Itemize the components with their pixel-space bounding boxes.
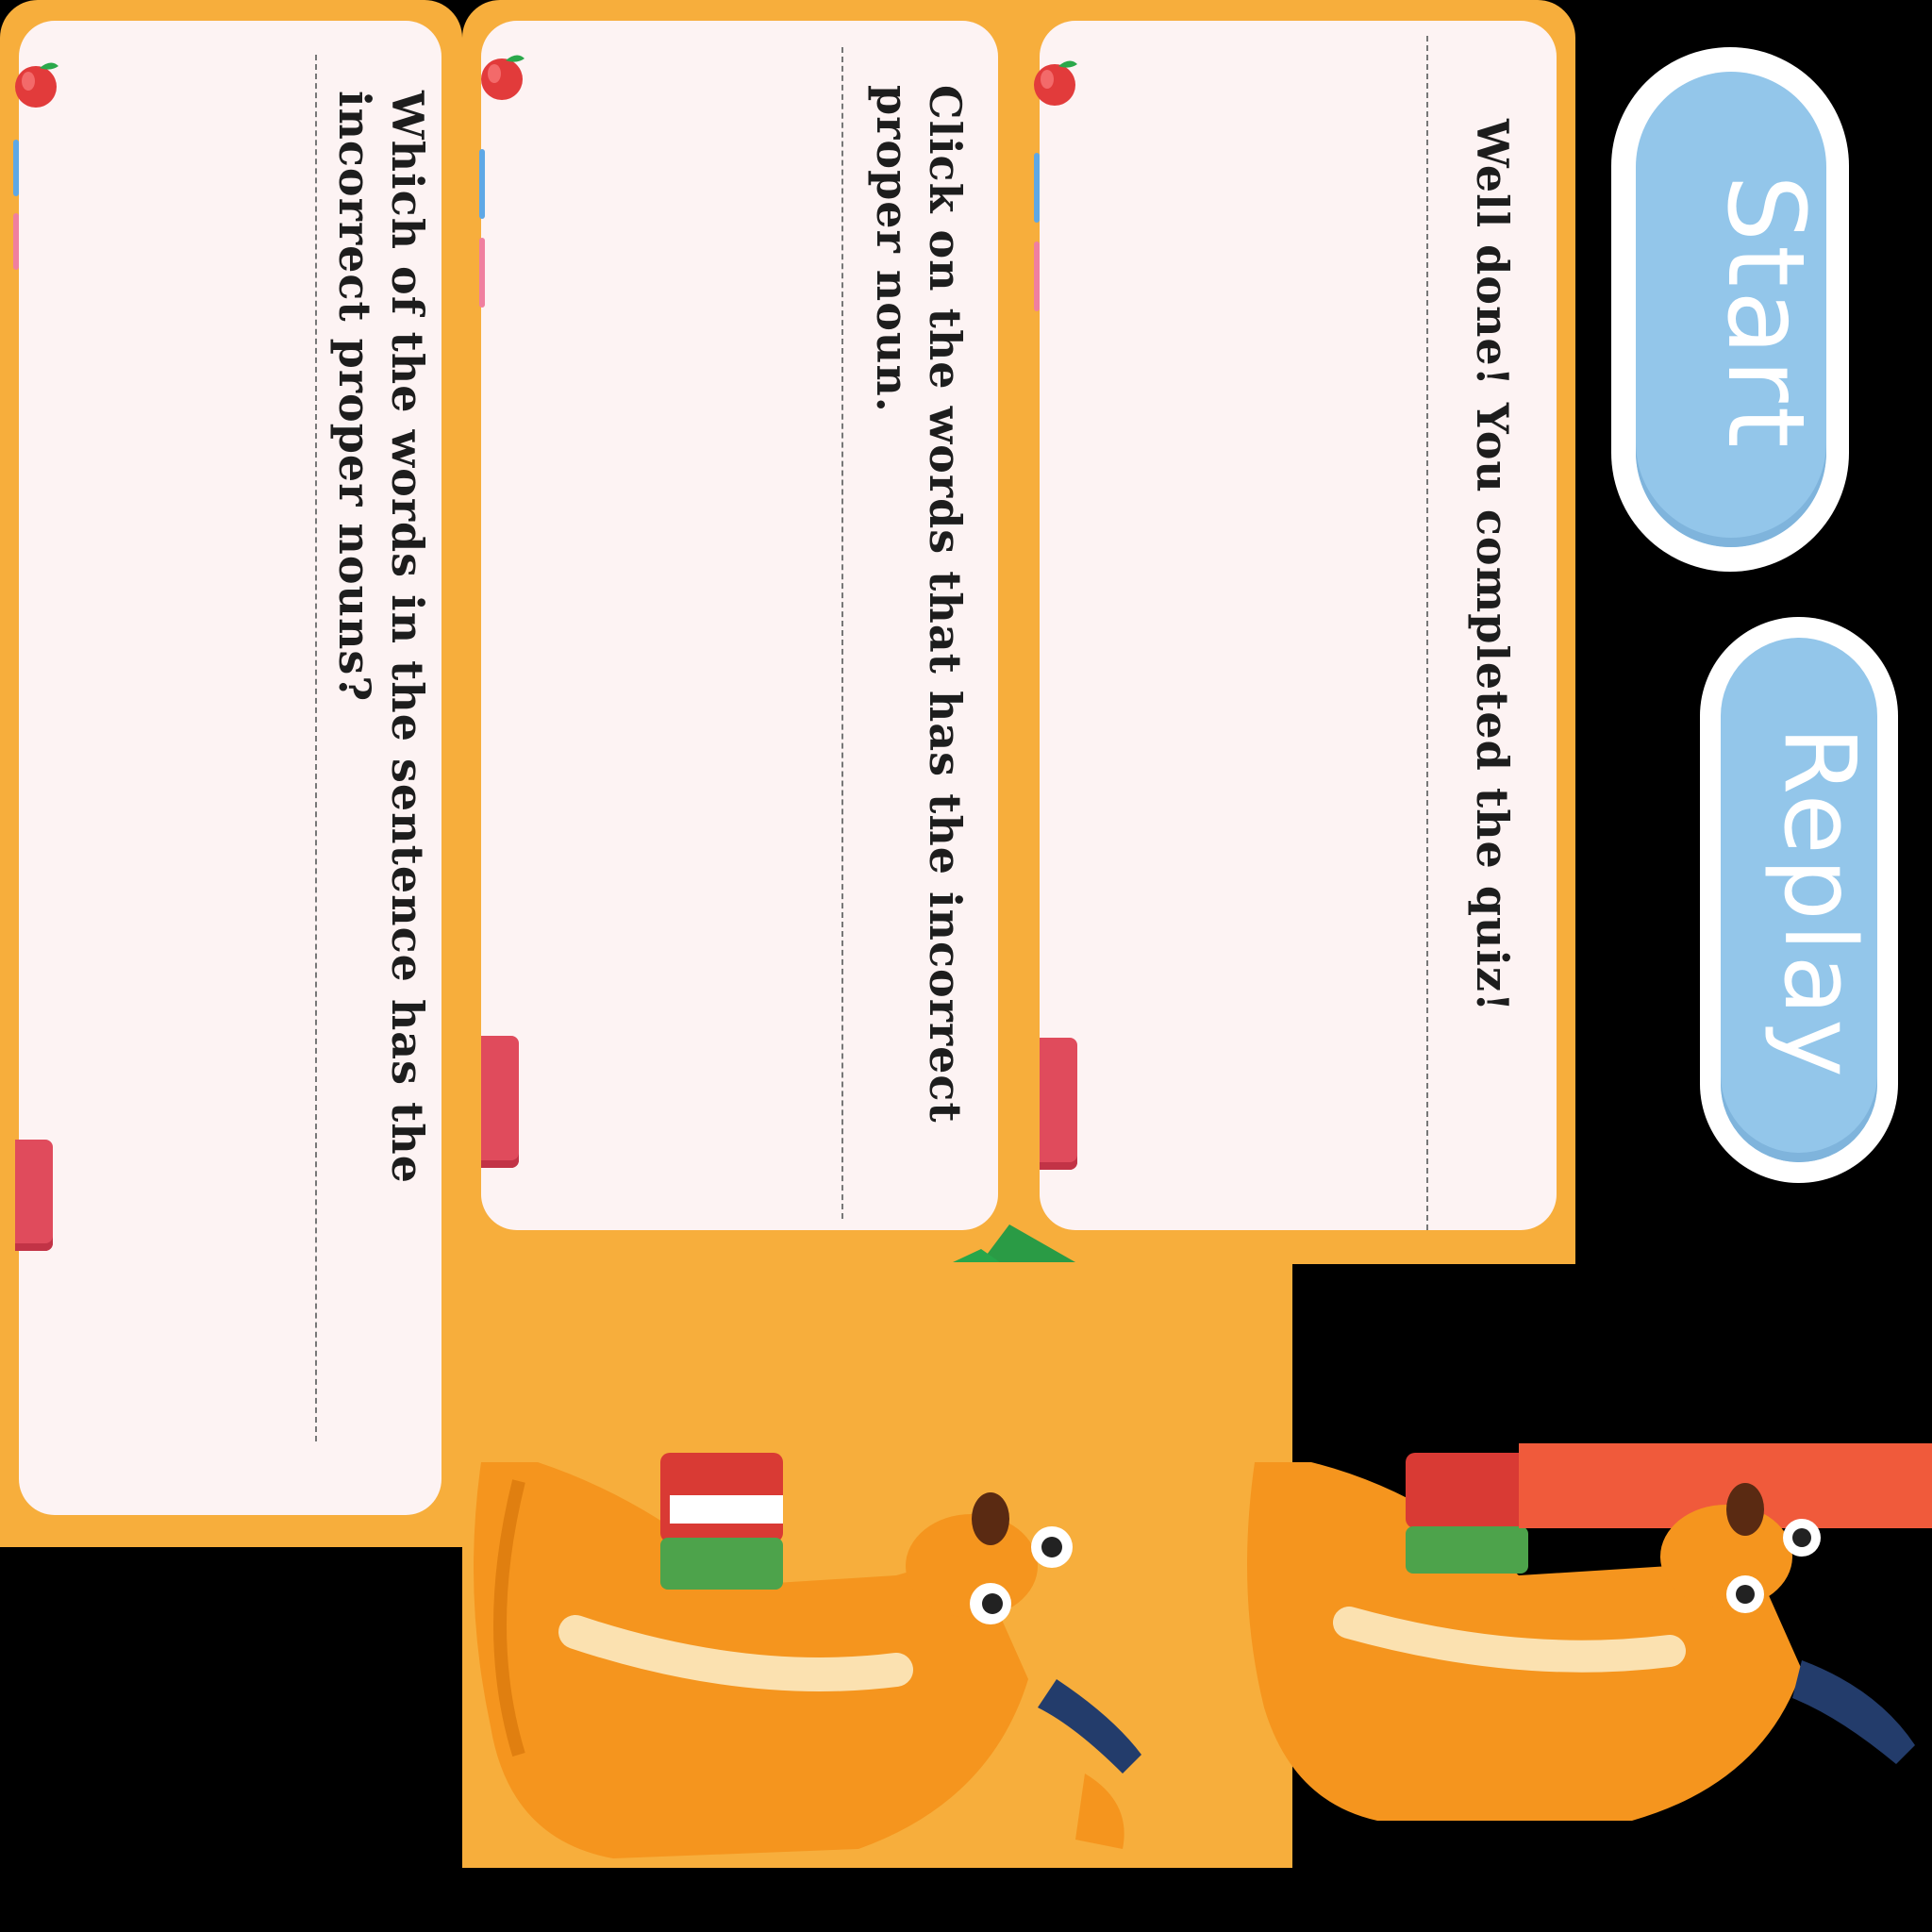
start-button-label: Start xyxy=(1704,175,1826,452)
bookmark-tab xyxy=(15,1140,53,1251)
replay-button[interactable]: Replay xyxy=(1721,638,1877,1162)
question-card-one: Which of the words in the sentence has t… xyxy=(19,21,441,1515)
question-text: Which of the words in the sentence has t… xyxy=(329,91,433,1184)
pink-tab-marker xyxy=(1034,242,1040,311)
apple-icon xyxy=(1034,60,1077,106)
leaf-icon xyxy=(953,1224,1075,1262)
completion-text: Well done! You completed the quiz! xyxy=(1467,119,1518,1013)
blue-tab-marker xyxy=(13,140,19,196)
kangaroo-illustration xyxy=(1247,1443,1932,1821)
card-divider xyxy=(1426,36,1428,1230)
pink-tab-marker xyxy=(13,213,19,270)
question-card-two: Click on the words that has the incorrec… xyxy=(481,21,998,1230)
blue-tab-marker xyxy=(479,149,485,219)
bookmark-tab xyxy=(1040,1038,1077,1170)
pink-tab-marker xyxy=(479,238,485,308)
apple-icon xyxy=(15,62,58,108)
apple-icon xyxy=(481,55,525,100)
kangaroo-illustration xyxy=(474,1453,1141,1858)
bookmark-tab xyxy=(481,1036,519,1168)
completion-card: Well done! You completed the quiz! xyxy=(1040,21,1557,1230)
blue-tab-marker xyxy=(1034,153,1040,223)
replay-button-label: Replay xyxy=(1762,726,1877,1081)
card-divider xyxy=(315,55,317,1441)
start-button[interactable]: Start xyxy=(1636,72,1826,547)
question-text: Click on the words that has the incorrec… xyxy=(867,85,971,1124)
card-divider xyxy=(841,47,843,1219)
